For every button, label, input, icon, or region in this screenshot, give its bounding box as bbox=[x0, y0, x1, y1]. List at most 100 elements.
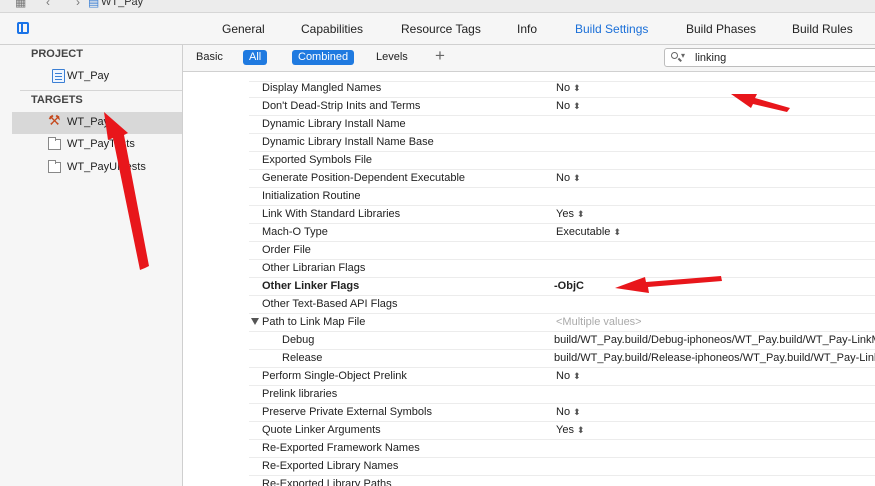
targets-header: TARGETS bbox=[31, 94, 83, 106]
popup-stepper-icon[interactable]: ⬍ bbox=[573, 407, 581, 417]
tab-build-phases[interactable]: Build Phases bbox=[686, 22, 756, 36]
popup-stepper-icon[interactable]: ⬍ bbox=[577, 425, 585, 435]
setting-value[interactable]: No ⬍ bbox=[556, 370, 581, 382]
setting-value[interactable]: No ⬍ bbox=[556, 406, 581, 418]
setting-row[interactable]: Re-Exported Framework Names bbox=[249, 440, 875, 458]
setting-value-text: Executable bbox=[556, 226, 611, 238]
popup-stepper-icon[interactable]: ⬍ bbox=[577, 209, 585, 219]
search-icon bbox=[671, 52, 678, 59]
setting-value[interactable]: build/WT_Pay.build/Debug-iphoneos/WT_Pay… bbox=[554, 334, 875, 346]
setting-value-text: <Multiple values> bbox=[556, 316, 642, 328]
setting-row[interactable]: Debug build/WT_Pay.build/Debug-iphoneos/W… bbox=[249, 332, 875, 350]
sidebar-toggle-icon[interactable] bbox=[17, 22, 29, 34]
search-input[interactable]: linking bbox=[695, 52, 726, 64]
folder-icon bbox=[48, 160, 61, 173]
sidebar-item-target-wt-pay[interactable]: ⚒ WT_Pay bbox=[12, 112, 182, 134]
popup-stepper-icon[interactable]: ⬍ bbox=[573, 371, 581, 381]
forward-icon[interactable]: › bbox=[76, 0, 80, 9]
breadcrumb[interactable]: WT_Pay bbox=[101, 0, 143, 8]
setting-value[interactable]: Yes ⬍ bbox=[556, 208, 585, 220]
setting-name: Other Text-Based API Flags bbox=[262, 298, 398, 310]
disclosure-triangle-icon[interactable] bbox=[251, 318, 259, 325]
setting-row[interactable]: Path to Link Map File <Multiple values> bbox=[249, 314, 875, 332]
setting-row[interactable]: Generate Position-Dependent Executable No… bbox=[249, 170, 875, 188]
setting-value-text: build/WT_Pay.build/Debug-iphoneos/WT_Pay… bbox=[554, 334, 875, 346]
setting-value-text: Yes bbox=[556, 208, 574, 220]
setting-name: Re-Exported Framework Names bbox=[262, 442, 420, 454]
app-target-icon: ⚒ bbox=[48, 112, 61, 128]
divider bbox=[20, 90, 182, 91]
search-field[interactable]: ▾ linking bbox=[664, 48, 875, 67]
setting-row[interactable]: Mach-O Type Executable ⬍ bbox=[249, 224, 875, 242]
setting-value[interactable]: <Multiple values> bbox=[556, 316, 642, 328]
build-settings-filter-bar: Basic All Combined Levels + ▾ linking bbox=[183, 45, 875, 72]
setting-value[interactable]: Executable ⬍ bbox=[556, 226, 621, 238]
setting-value[interactable]: -ObjC bbox=[554, 280, 584, 292]
tab-info[interactable]: Info bbox=[517, 22, 537, 36]
setting-name: Generate Position-Dependent Executable bbox=[262, 172, 466, 184]
setting-value-text: No bbox=[556, 82, 571, 94]
setting-row[interactable]: Exported Symbols File bbox=[249, 152, 875, 170]
setting-row[interactable]: Prelink libraries bbox=[249, 386, 875, 404]
setting-row[interactable]: Other Librarian Flags bbox=[249, 260, 875, 278]
setting-row[interactable]: Other Linker Flags -ObjC bbox=[249, 278, 875, 296]
setting-value[interactable]: Yes ⬍ bbox=[556, 424, 585, 436]
setting-row[interactable]: Don't Dead-Strip Inits and Terms No ⬍ bbox=[249, 98, 875, 116]
setting-row[interactable]: Re-Exported Library Paths bbox=[249, 476, 875, 486]
setting-name: Path to Link Map File bbox=[262, 316, 366, 328]
tab-build-settings[interactable]: Build Settings bbox=[575, 22, 648, 36]
setting-value[interactable]: No ⬍ bbox=[556, 172, 581, 184]
add-setting-button[interactable]: + bbox=[435, 46, 445, 66]
tab-build-rules[interactable]: Build Rules bbox=[792, 22, 853, 36]
setting-row[interactable]: Link With Standard Libraries Yes ⬍ bbox=[249, 206, 875, 224]
setting-row[interactable]: Initialization Routine bbox=[249, 188, 875, 206]
sidebar-item-target-uitests[interactable]: WT_PayUITests bbox=[12, 157, 182, 179]
setting-name: Mach-O Type bbox=[262, 226, 328, 238]
levels-button[interactable]: Levels bbox=[376, 50, 408, 65]
setting-name: Re-Exported Library Names bbox=[262, 460, 399, 472]
back-icon[interactable]: ‹ bbox=[46, 0, 50, 9]
setting-row[interactable]: Other Text-Based API Flags bbox=[249, 296, 875, 314]
sidebar-item-target-tests[interactable]: WT_PayTests bbox=[12, 134, 182, 156]
setting-name: Quote Linker Arguments bbox=[262, 424, 381, 436]
basic-button[interactable]: Basic bbox=[196, 50, 223, 65]
setting-name: Prelink libraries bbox=[262, 388, 338, 400]
popup-stepper-icon[interactable]: ⬍ bbox=[573, 101, 581, 111]
setting-row[interactable]: Re-Exported Library Names bbox=[249, 458, 875, 476]
all-button[interactable]: All bbox=[243, 50, 268, 65]
setting-name: Release bbox=[282, 352, 323, 364]
popup-stepper-icon[interactable]: ⬍ bbox=[573, 83, 581, 93]
grid-icon[interactable]: ▦ bbox=[15, 0, 26, 9]
setting-name: Order File bbox=[262, 244, 311, 256]
popup-stepper-icon[interactable]: ⬍ bbox=[613, 227, 621, 237]
setting-value[interactable]: No ⬍ bbox=[556, 82, 581, 94]
setting-row[interactable]: Release build/WT_Pay.build/Release-iphone… bbox=[249, 350, 875, 368]
tab-resource-tags[interactable]: Resource Tags bbox=[401, 22, 481, 36]
combined-button[interactable]: Combined bbox=[292, 50, 355, 65]
sidebar-item-label: WT_Pay bbox=[67, 70, 110, 82]
setting-row[interactable]: Dynamic Library Install Name bbox=[249, 116, 875, 134]
setting-name: Other Librarian Flags bbox=[262, 262, 366, 274]
project-file-icon: ▤ bbox=[88, 0, 100, 9]
setting-name: Other Linker Flags bbox=[262, 280, 360, 292]
sidebar-item-project[interactable]: WT_Pay bbox=[12, 66, 182, 88]
setting-name: Dynamic Library Install Name bbox=[262, 118, 406, 130]
project-file-icon bbox=[52, 69, 65, 83]
editor-tabs: General Capabilities Resource Tags Info … bbox=[0, 13, 875, 45]
setting-value[interactable]: build/WT_Pay.build/Release-iphoneos/WT_P… bbox=[554, 352, 875, 364]
setting-name: Display Mangled Names bbox=[262, 82, 382, 94]
chevron-down-icon[interactable]: ▾ bbox=[681, 51, 685, 60]
setting-row[interactable]: Display Mangled Names No ⬍ bbox=[249, 80, 875, 98]
setting-name: Preserve Private External Symbols bbox=[262, 406, 432, 418]
setting-row[interactable]: Dynamic Library Install Name Base bbox=[249, 134, 875, 152]
tab-general[interactable]: General bbox=[222, 22, 265, 36]
sidebar-item-label: WT_Pay bbox=[67, 116, 110, 128]
setting-value[interactable]: No ⬍ bbox=[556, 100, 581, 112]
popup-stepper-icon[interactable]: ⬍ bbox=[573, 173, 581, 183]
setting-row[interactable]: Perform Single-Object Prelink No ⬍ bbox=[249, 368, 875, 386]
setting-row[interactable]: Quote Linker Arguments Yes ⬍ bbox=[249, 422, 875, 440]
setting-row[interactable]: Order File bbox=[249, 242, 875, 260]
tab-capabilities[interactable]: Capabilities bbox=[301, 22, 363, 36]
setting-name: Exported Symbols File bbox=[262, 154, 373, 166]
setting-row[interactable]: Preserve Private External Symbols No ⬍ bbox=[249, 404, 875, 422]
